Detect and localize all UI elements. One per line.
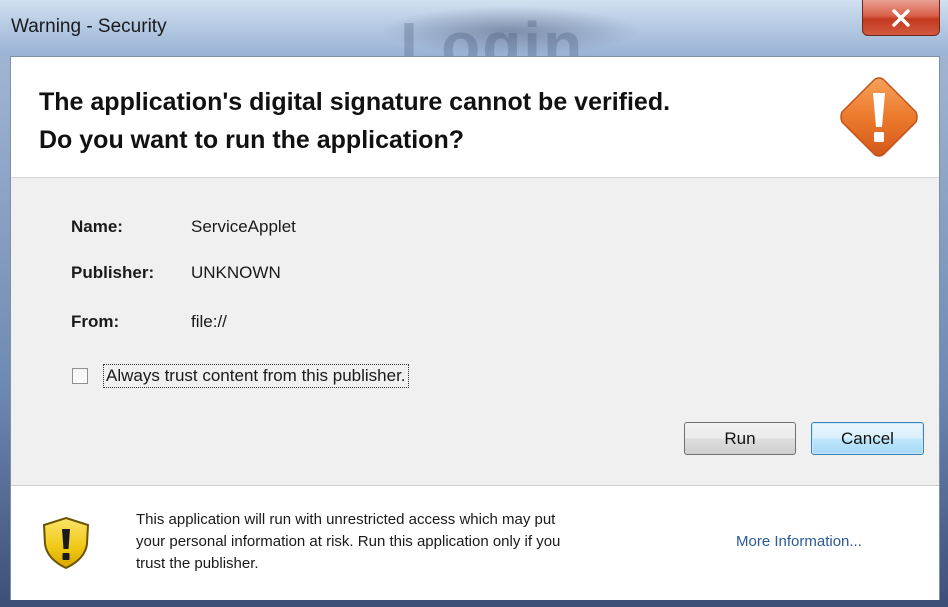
close-button[interactable] — [862, 0, 940, 36]
footer-line-2: your personal information at risk. Run t… — [136, 533, 561, 550]
footer-line-1: This application will run with unrestric… — [136, 511, 556, 528]
warning-diamond-icon — [840, 77, 918, 157]
shield-warning-icon — [42, 516, 90, 570]
close-icon — [892, 8, 910, 27]
from-value: file:// — [191, 312, 227, 331]
footer-warning-text: This application will run with unrestric… — [136, 509, 696, 575]
background-window-text: Login — [400, 9, 585, 56]
always-trust-label[interactable]: Always trust content from this publisher… — [103, 364, 409, 388]
dialog-content: The application's digital signature cann… — [10, 56, 940, 601]
run-button[interactable]: Run — [684, 422, 796, 455]
cancel-button[interactable]: Cancel — [811, 422, 924, 455]
dialog-footer: This application will run with unrestric… — [11, 485, 939, 601]
window-bottom-border — [0, 600, 948, 607]
security-dialog-window: Login Warning - Security The application… — [0, 0, 948, 607]
more-information-link[interactable]: More Information... — [736, 533, 862, 550]
headline-line-1: The application's digital signature cann… — [39, 88, 671, 116]
window-left-border — [0, 56, 10, 607]
headline: The application's digital signature cann… — [39, 83, 799, 159]
window-title: Warning - Security — [11, 16, 167, 37]
publisher-label: Publisher: — [71, 263, 155, 282]
always-trust-checkbox[interactable] — [72, 368, 88, 384]
footer-line-3: trust the publisher. — [136, 555, 259, 572]
headline-line-2: Do you want to run the application? — [39, 126, 464, 154]
dialog-header: The application's digital signature cann… — [11, 57, 939, 178]
name-label: Name: — [71, 217, 123, 236]
from-label: From: — [71, 312, 120, 331]
window-right-border — [940, 56, 948, 607]
title-bar[interactable]: Login Warning - Security — [0, 0, 948, 56]
publisher-value: UNKNOWN — [191, 263, 281, 282]
name-value: ServiceApplet — [191, 217, 296, 236]
